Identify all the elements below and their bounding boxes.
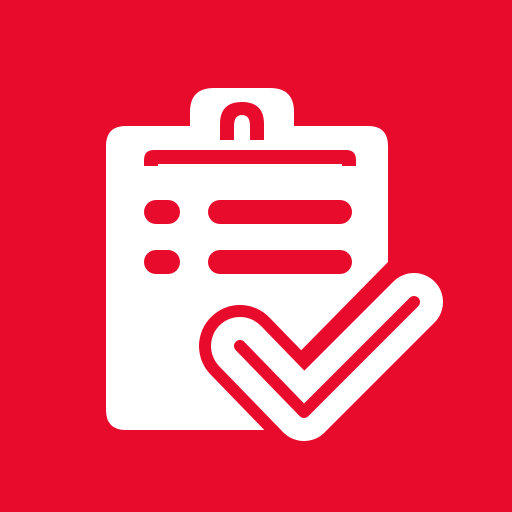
checklist-line-2 — [208, 250, 352, 274]
checklist-bullet-1 — [144, 200, 180, 224]
clipboard-checklist-icon — [106, 88, 455, 453]
checklist-bullet-2 — [144, 250, 180, 274]
clip-bar — [144, 150, 356, 166]
checklist-line-1 — [208, 200, 352, 224]
app-icon[interactable] — [0, 0, 512, 512]
